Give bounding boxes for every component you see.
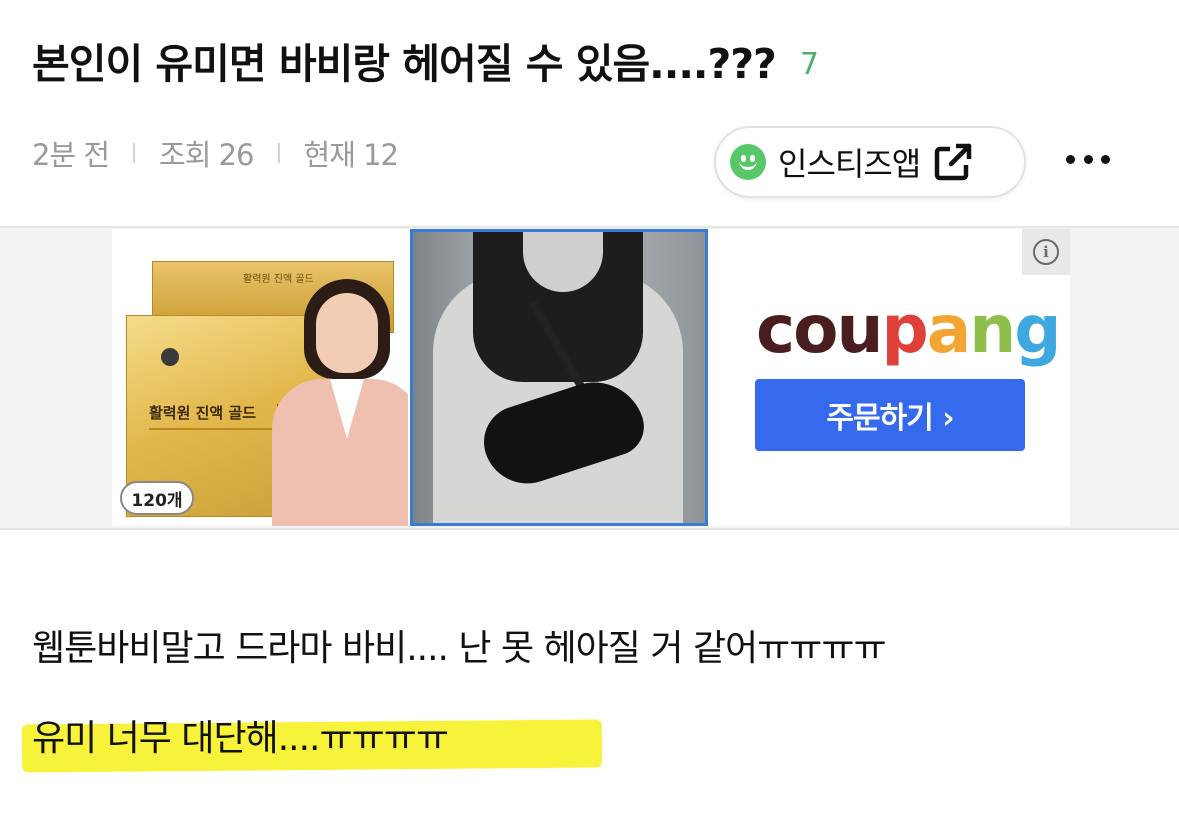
coupang-logo-letter: p (881, 291, 928, 368)
more-icon[interactable] (1066, 145, 1110, 173)
product-name: 활력원 진액 골드 (149, 404, 257, 422)
coupang-logo-letter: g (1014, 291, 1061, 368)
post-current-viewers: 현재 12 (303, 138, 399, 172)
product-count-badge: 120개 (120, 481, 194, 515)
ad-coupang-panel[interactable]: coupang 주문하기 › i (710, 229, 1070, 526)
coupang-logo-letter: c (756, 291, 795, 368)
coupang-logo-letter: u (836, 291, 883, 368)
open-app-button[interactable]: 인스티즈앱 (714, 126, 1026, 198)
coupang-logo-letter: a (926, 291, 972, 368)
model-photo (272, 279, 408, 526)
meta-divider (133, 143, 136, 163)
post-body: 웹툰바비말고 드라마 바비.... 난 못 헤아질 거 같어ㅠㅠㅠㅠ 유미 너무… (21, 604, 887, 784)
ad-product-ginseng[interactable]: 활력원 진액 골드 활력원 진액 골드 120개 (112, 229, 408, 526)
post-body-line-highlighted: 유미 너무 대단해....ㅠㅠㅠㅠ (21, 694, 603, 784)
smiley-icon (730, 144, 766, 180)
post-views: 조회 26 (159, 138, 254, 172)
post-body-line: 웹툰바비말고 드라마 바비.... 난 못 헤아질 거 같어ㅠㅠㅠㅠ (32, 628, 887, 669)
post-title-row: 본인이 유미면 바비랑 헤어질 수 있음....??? 7 (32, 24, 1152, 96)
brand-logo-icon (161, 348, 179, 366)
comment-count[interactable]: 7 (800, 47, 819, 82)
meta-divider (277, 143, 280, 163)
ad-unit[interactable]: 활력원 진액 골드 활력원 진액 골드 120개 coupang 주문하기 › … (112, 229, 1070, 526)
coupang-logo-letter: n (969, 291, 1016, 368)
post-title: 본인이 유미면 바비랑 헤어질 수 있음....??? (32, 40, 777, 88)
ad-product-waist-bag[interactable] (410, 229, 708, 526)
open-app-label: 인스티즈앱 (778, 145, 921, 183)
info-icon[interactable]: i (1022, 229, 1070, 275)
post-meta: 2분 전 조회 26 현재 12 (32, 132, 399, 174)
post-time: 2분 전 (32, 138, 110, 172)
external-link-icon (934, 143, 972, 181)
coupang-logo[interactable]: coupang (756, 291, 1062, 368)
coupang-logo-letter: o (793, 291, 838, 368)
order-button[interactable]: 주문하기 › (755, 379, 1025, 451)
